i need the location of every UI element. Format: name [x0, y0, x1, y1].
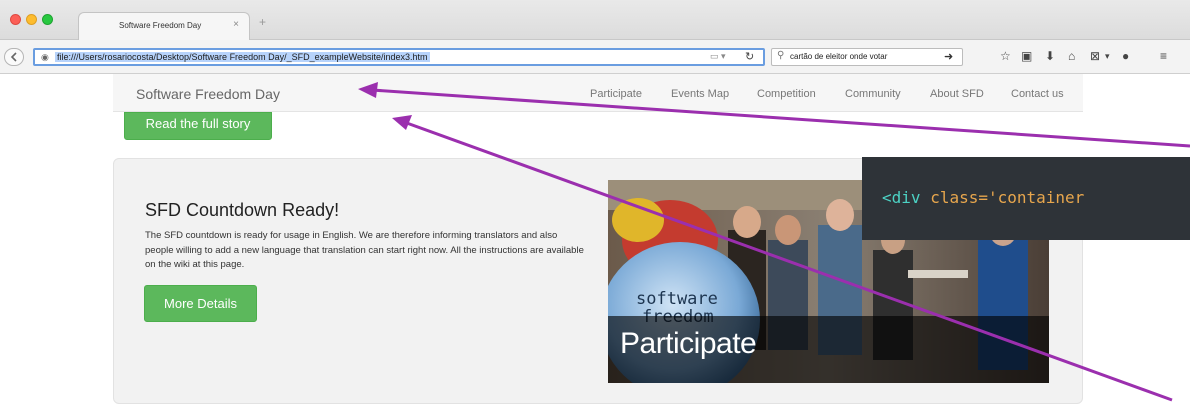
- tab-title: Software Freedom Day: [119, 21, 202, 30]
- url-bar[interactable]: ◉ file:///Users/rosariocosta/Desktop/Sof…: [33, 48, 765, 66]
- code-open-bracket: <: [882, 188, 892, 207]
- url-text[interactable]: file:///Users/rosariocosta/Desktop/Softw…: [55, 52, 430, 62]
- reader-view-icon[interactable]: ▭ ▾: [710, 51, 726, 62]
- search-input[interactable]: cartão de eleitor onde votar: [790, 52, 887, 61]
- nav-events-map[interactable]: Events Map: [671, 88, 729, 100]
- search-icon: ⚲: [777, 50, 785, 61]
- annotation-arrowhead-lower: [392, 115, 412, 130]
- close-window-button[interactable]: [10, 14, 21, 25]
- back-arrow-icon: [10, 52, 17, 62]
- bookmark-star-icon[interactable]: ☆: [1000, 49, 1011, 63]
- site-navbar: Software Freedom Day Participate Events …: [113, 74, 1083, 112]
- nav-contact-us[interactable]: Contact us: [1011, 88, 1064, 100]
- chat-icon[interactable]: ●: [1122, 49, 1129, 63]
- nav-participate[interactable]: Participate: [590, 88, 642, 100]
- downloads-icon[interactable]: ⬇: [1045, 49, 1055, 63]
- browser-titlebar: Software Freedom Day × +: [0, 0, 1190, 40]
- read-full-story-button[interactable]: Read the full story: [124, 112, 272, 140]
- photo-banner-text: software: [636, 289, 718, 309]
- code-snippet: <div class='container: [882, 188, 1084, 207]
- tab-close-icon[interactable]: ×: [233, 19, 239, 30]
- minimize-window-button[interactable]: [26, 14, 37, 25]
- nav-about-sfd[interactable]: About SFD: [930, 88, 984, 100]
- reload-icon[interactable]: ↻: [745, 50, 754, 63]
- menu-icon[interactable]: ≡: [1160, 49, 1167, 63]
- site-brand[interactable]: Software Freedom Day: [136, 86, 280, 102]
- pocket-icon[interactable]: ⊠: [1090, 49, 1100, 63]
- code-tag-name: div: [891, 188, 921, 207]
- browser-tab[interactable]: Software Freedom Day ×: [78, 12, 250, 40]
- back-button[interactable]: [4, 48, 24, 66]
- screenshot-root: Software Freedom Day × + ◉ file:///Users…: [0, 0, 1190, 412]
- bookmarks-list-icon[interactable]: ▣: [1021, 49, 1032, 63]
- browser-toolbar: ◉ file:///Users/rosariocosta/Desktop/Sof…: [0, 40, 1190, 74]
- panel-title: SFD Countdown Ready!: [145, 200, 340, 220]
- code-attribute: class=: [930, 188, 988, 207]
- home-icon[interactable]: ⌂: [1068, 49, 1075, 63]
- search-bar[interactable]: ⚲ cartão de eleitor onde votar ➜: [771, 48, 963, 66]
- photo-caption[interactable]: Participate: [620, 327, 757, 361]
- nav-community[interactable]: Community: [845, 88, 901, 100]
- more-details-button[interactable]: More Details: [144, 285, 257, 322]
- panel-body: The SFD countdown is ready for usage in …: [145, 230, 584, 270]
- search-go-icon[interactable]: ➜: [944, 50, 953, 63]
- new-tab-icon[interactable]: +: [259, 15, 266, 29]
- nav-competition[interactable]: Competition: [757, 88, 816, 100]
- site-info-icon[interactable]: ◉: [41, 52, 49, 63]
- code-attribute-value: 'container: [987, 188, 1085, 207]
- dropdown-icon[interactable]: ▾: [1105, 51, 1110, 62]
- maximize-window-button[interactable]: [42, 14, 53, 25]
